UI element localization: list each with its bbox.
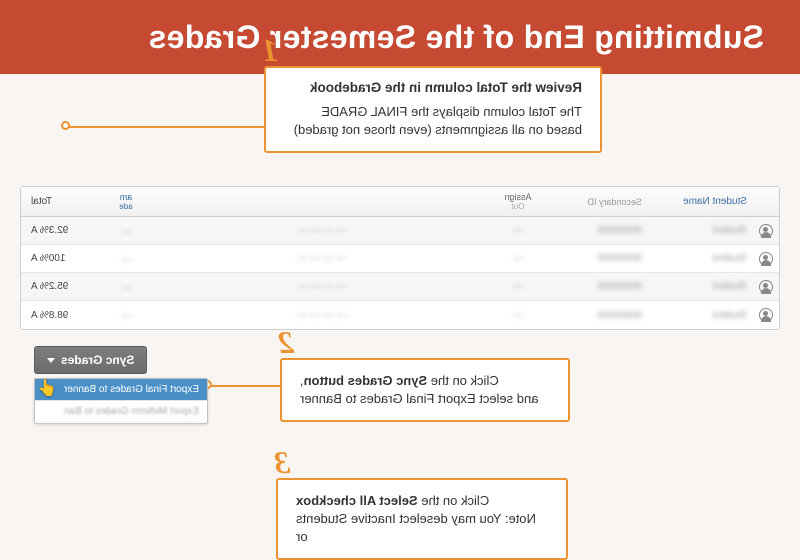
sync-grades-menu: Export Final Grades to Banner 👆 Export M…: [34, 378, 208, 424]
total-cell: 98.8% A: [21, 310, 86, 321]
sync-grades-button[interactable]: Sync Grades: [34, 346, 147, 374]
col-student-name: Student Name: [648, 196, 753, 207]
col-assignment: Assign Out: [478, 192, 558, 211]
table-row: Student 00000000 — — — — — — 98.8% A: [21, 301, 779, 329]
sync-grades-widget: Sync Grades Export Final Grades to Banne…: [34, 346, 214, 424]
callout-2-body: Click on the Sync Grades button, and sel…: [300, 372, 550, 408]
col-secondary-id: Secondary ID: [558, 197, 648, 207]
total-cell: 95.2% A: [21, 281, 86, 292]
callout-step-2: 2 Click on the Sync Grades button, and s…: [280, 358, 570, 422]
gradebook-header-row: Student Name Secondary ID Assign Out am …: [21, 187, 779, 217]
connector-1: [66, 126, 264, 128]
cursor-hand-icon: 👆: [37, 381, 57, 397]
avatar-icon: [759, 224, 773, 238]
sync-grades-label: Sync Grades: [61, 353, 134, 367]
content-area: Student Name Secondary ID Assign Out am …: [0, 74, 800, 110]
menu-item-export-midterm[interactable]: Export Midterm Grades to Ban: [35, 401, 207, 423]
table-row: Student 00000000 — — — — — — 100% A: [21, 245, 779, 273]
page-title: Submitting End of the Semester Grades: [148, 19, 764, 56]
step-number-2: 2: [278, 324, 294, 361]
col-total: Total: [21, 196, 86, 207]
menu-item-export-final[interactable]: Export Final Grades to Banner 👆: [35, 379, 207, 401]
total-cell: 100% A: [21, 253, 86, 264]
callout-1-title: Review the Total column in the Gradebook: [284, 80, 582, 95]
connector-1-dot: [61, 121, 70, 130]
col-exam: am ade: [86, 192, 166, 211]
callout-3-body: Click on the Select All checkbox Note: Y…: [296, 492, 548, 546]
step-number-3: 3: [274, 444, 290, 481]
page-header: Submitting End of the Semester Grades: [0, 0, 800, 74]
avatar-icon: [759, 252, 773, 266]
callout-1-body: The Total column displays the FINAL GRAD…: [284, 103, 582, 139]
total-cell: 92.3% A: [21, 225, 86, 236]
table-row: Student 00000000 — — — — — — 95.2% A: [21, 273, 779, 301]
callout-step-1: 1 Review the Total column in the Gradebo…: [264, 66, 602, 153]
gradebook-table: Student Name Secondary ID Assign Out am …: [20, 186, 780, 330]
avatar-icon: [759, 280, 773, 294]
chevron-down-icon: [47, 358, 55, 363]
table-row: Student 00000000 — — — — — — 92.3% A: [21, 217, 779, 245]
connector-2: [208, 385, 280, 387]
step-number-1: 1: [262, 32, 278, 69]
avatar-icon: [759, 308, 773, 322]
callout-step-3: 3 Click on the Select All checkbox Note:…: [276, 478, 568, 560]
